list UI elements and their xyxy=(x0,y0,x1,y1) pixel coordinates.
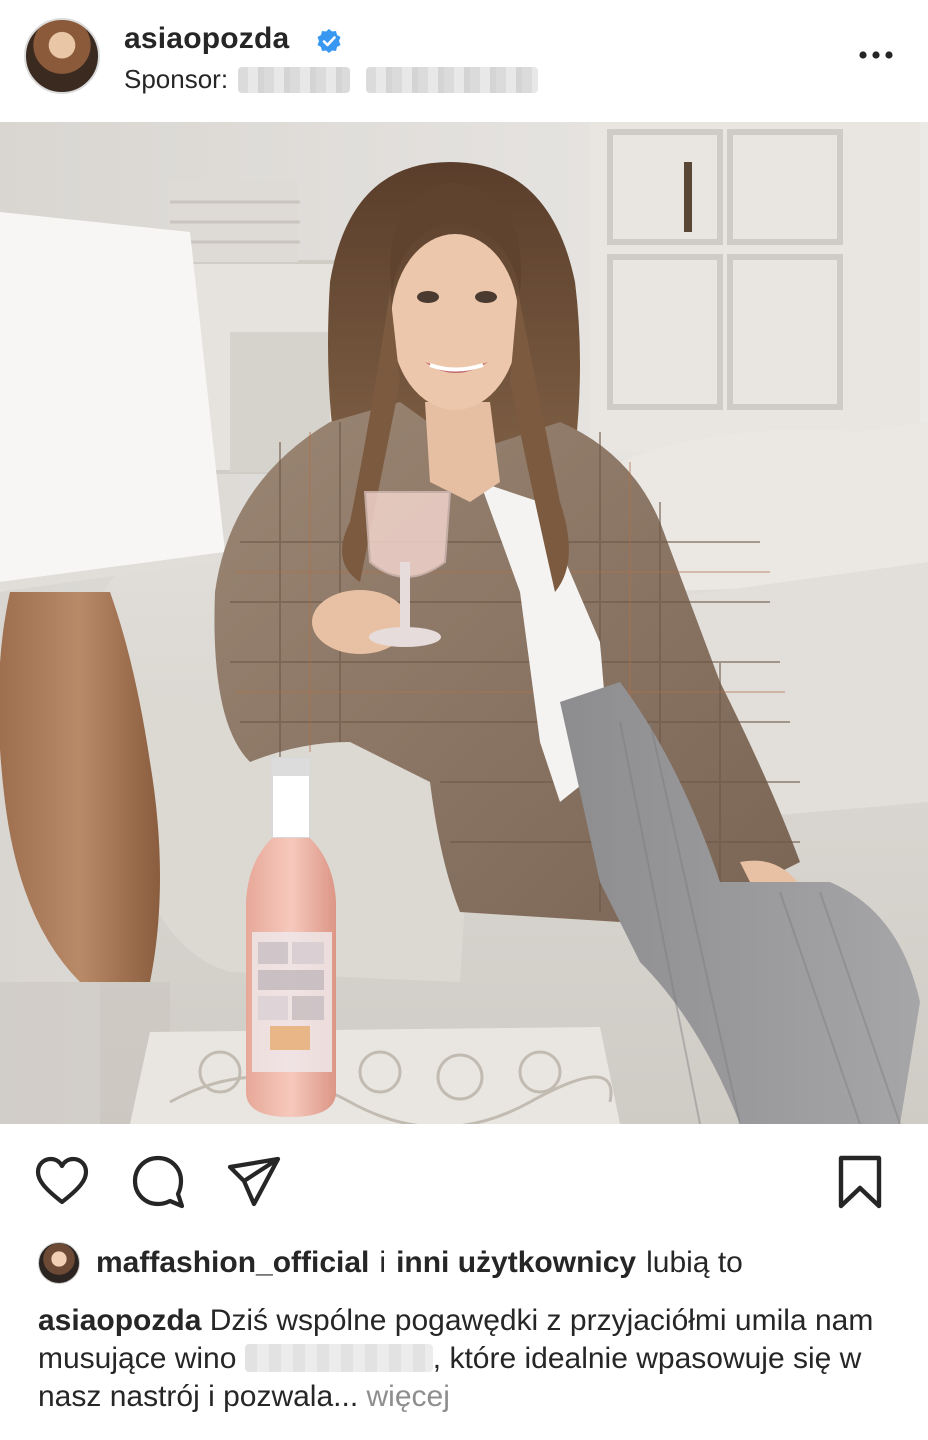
caption-more-link[interactable]: więcej xyxy=(367,1380,450,1413)
caption-username[interactable]: asiaopozda xyxy=(38,1304,201,1337)
sponsor-row: Sponsor: xyxy=(124,64,539,95)
likes-connector: i xyxy=(379,1246,387,1279)
others-link[interactable]: inni użytkownicy xyxy=(396,1246,636,1280)
sponsor-handle-blurred[interactable] xyxy=(366,66,539,93)
sponsor-label: Sponsor: xyxy=(124,64,229,94)
action-bar xyxy=(0,1124,928,1234)
likes-suffix: lubią to xyxy=(646,1246,743,1279)
comment-icon[interactable] xyxy=(130,1154,186,1210)
send-icon[interactable] xyxy=(226,1154,282,1210)
brand-name-blurred xyxy=(244,1344,433,1372)
post-username[interactable]: asiaopozda xyxy=(124,22,289,56)
verified-badge-icon xyxy=(317,29,341,53)
post-image xyxy=(0,122,928,1124)
liker-username[interactable]: maffashion_official xyxy=(96,1246,369,1280)
post-header: asiaopozda Sponsor: xyxy=(0,0,928,122)
likes-row: maffashion_official i inni użytkownicy l… xyxy=(38,1240,743,1286)
post-caption: asiaopozda Dziś wspólne pogawędki z przy… xyxy=(38,1302,898,1416)
profile-avatar[interactable] xyxy=(24,18,100,94)
liker-avatar[interactable] xyxy=(38,1242,80,1284)
more-options-icon[interactable] xyxy=(858,48,894,62)
sponsor-name-blurred[interactable] xyxy=(238,66,351,93)
bookmark-icon[interactable] xyxy=(832,1154,888,1210)
heart-icon[interactable] xyxy=(34,1154,90,1210)
post-photo[interactable] xyxy=(0,122,928,1124)
